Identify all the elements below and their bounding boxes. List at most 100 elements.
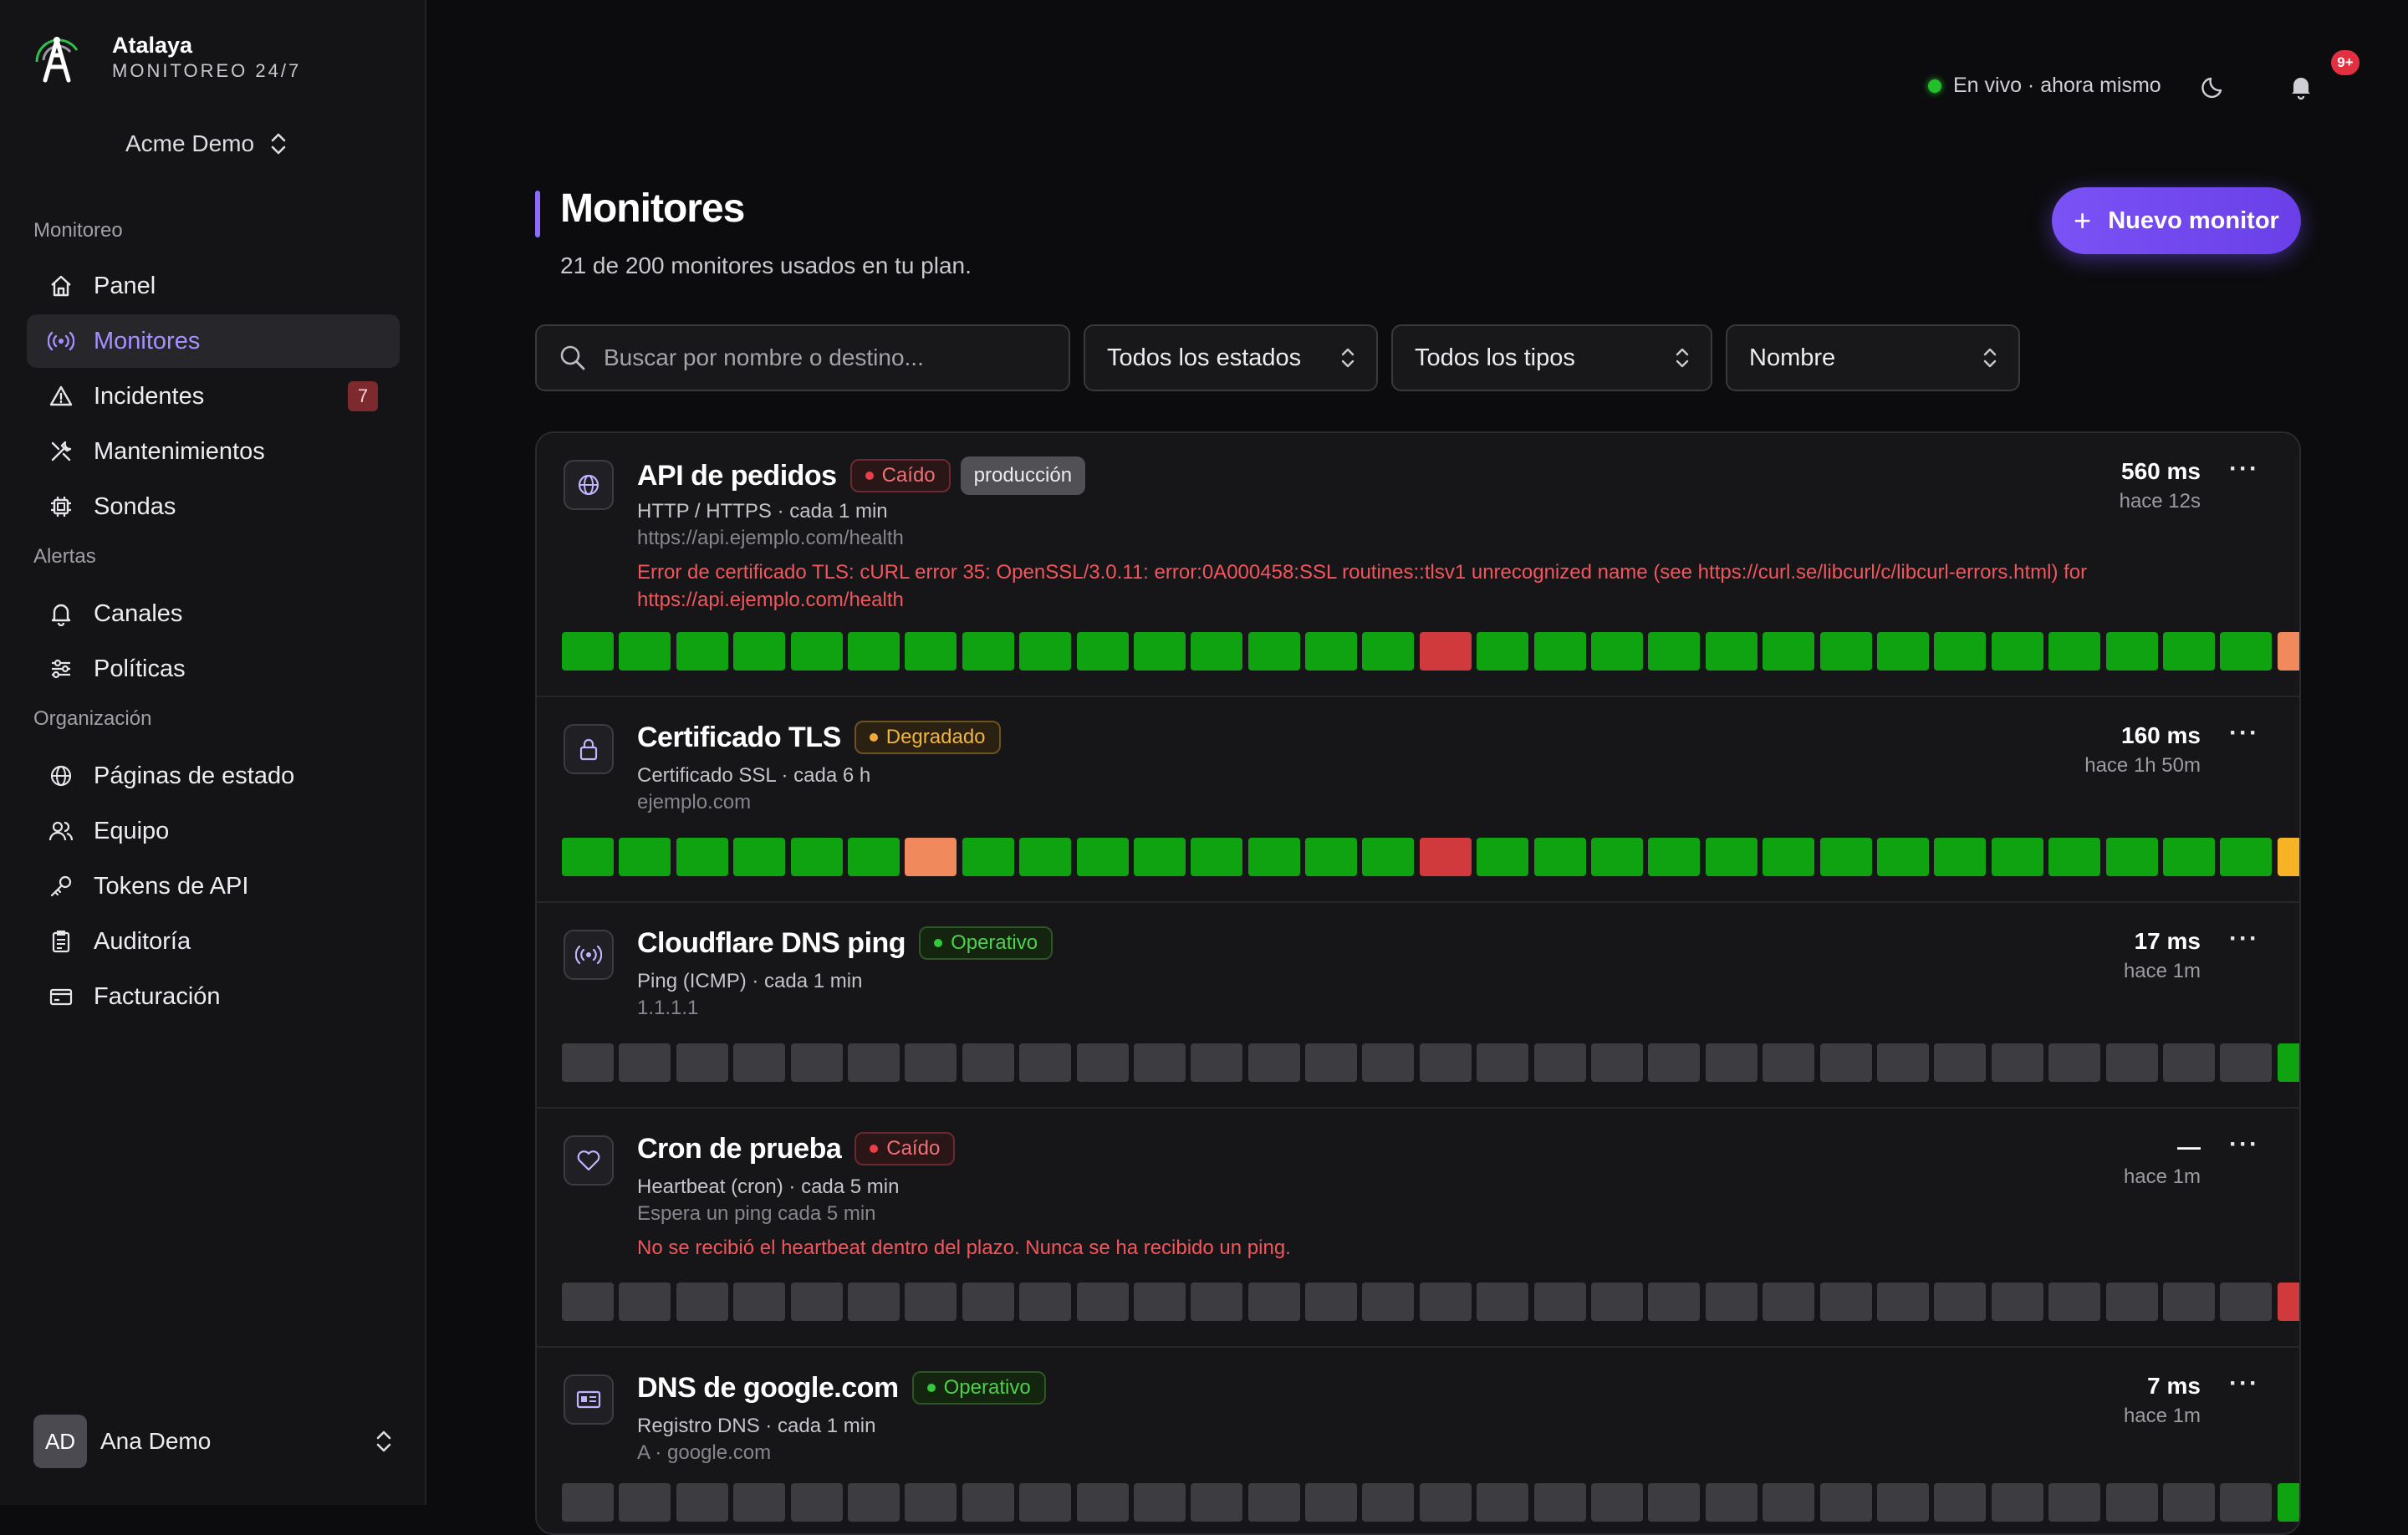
monitor-name[interactable]: Cron de prueba: [637, 1133, 842, 1165]
uptime-bar-no-data[interactable]: [1591, 1483, 1644, 1522]
sidebar-item-monitores[interactable]: Monitores: [27, 314, 400, 368]
uptime-bar-no-data[interactable]: [1705, 1283, 1758, 1321]
uptime-bar-no-data[interactable]: [619, 1283, 671, 1321]
uptime-bar-no-data[interactable]: [2162, 1283, 2215, 1321]
uptime-bar-no-data[interactable]: [676, 1283, 728, 1321]
uptime-bar-no-data[interactable]: [1591, 1283, 1644, 1321]
uptime-bar-no-data[interactable]: [1934, 1483, 1987, 1522]
uptime-bar-up[interactable]: [1019, 838, 1072, 876]
uptime-bar-no-data[interactable]: [1419, 1483, 1472, 1522]
monitor-row[interactable]: Cloudflare DNS ping Operativo Ping (ICMP…: [537, 903, 2299, 1109]
uptime-bar-no-data[interactable]: [1191, 1043, 1243, 1082]
uptime-bar-up[interactable]: [905, 632, 957, 671]
uptime-bar-no-data[interactable]: [1934, 1283, 1987, 1321]
uptime-bar-up[interactable]: [1991, 632, 2043, 671]
uptime-bar-up[interactable]: [1362, 838, 1415, 876]
sidebar-item-auditoria[interactable]: Auditoría: [27, 915, 400, 968]
uptime-bar-no-data[interactable]: [562, 1483, 614, 1522]
uptime-bar-no-data[interactable]: [2220, 1283, 2273, 1321]
sidebar-item-sondas[interactable]: Sondas: [27, 480, 400, 533]
uptime-bar-no-data[interactable]: [1533, 1283, 1586, 1321]
uptime-bar-up[interactable]: [2162, 838, 2215, 876]
uptime-bar-up[interactable]: [1133, 632, 1186, 671]
status-filter-select[interactable]: Todos los estados: [1084, 324, 1378, 391]
uptime-bar-up[interactable]: [1934, 838, 1987, 876]
uptime-bar-no-data[interactable]: [1019, 1043, 1072, 1082]
uptime-bar-no-data[interactable]: [1876, 1283, 1929, 1321]
uptime-bar-up[interactable]: [2105, 838, 2158, 876]
uptime-bar-warn[interactable]: [2277, 632, 2299, 671]
uptime-bar-up[interactable]: [619, 632, 671, 671]
search-input[interactable]: [602, 344, 1057, 372]
sort-select[interactable]: Nombre: [1726, 324, 2020, 391]
uptime-bar-up[interactable]: [1191, 632, 1243, 671]
uptime-bar-up[interactable]: [1648, 838, 1701, 876]
uptime-bar-up[interactable]: [2105, 632, 2158, 671]
uptime-bar-up[interactable]: [562, 838, 614, 876]
sidebar-item-tokens-api[interactable]: Tokens de API: [27, 859, 400, 913]
uptime-bar-up[interactable]: [676, 632, 728, 671]
uptime-bar-no-data[interactable]: [1419, 1283, 1472, 1321]
uptime-bar-no-data[interactable]: [1763, 1283, 1815, 1321]
more-options-button[interactable]: ···: [2229, 455, 2259, 483]
uptime-bar-no-data[interactable]: [905, 1043, 957, 1082]
uptime-bar-no-data[interactable]: [619, 1483, 671, 1522]
uptime-bar-no-data[interactable]: [1648, 1483, 1701, 1522]
uptime-bar-up[interactable]: [1477, 838, 1529, 876]
uptime-bar-up[interactable]: [1648, 632, 1701, 671]
sidebar-item-canales[interactable]: Canales: [27, 587, 400, 640]
uptime-bar-no-data[interactable]: [676, 1483, 728, 1522]
uptime-bar-no-data[interactable]: [1019, 1483, 1072, 1522]
uptime-bar-no-data[interactable]: [2220, 1043, 2273, 1082]
uptime-bar-down[interactable]: [2277, 1283, 2299, 1321]
uptime-bar-no-data[interactable]: [1876, 1043, 1929, 1082]
type-filter-select[interactable]: Todos los tipos: [1391, 324, 1712, 391]
uptime-bar-up[interactable]: [2277, 1043, 2299, 1082]
org-switcher[interactable]: Acme Demo: [125, 130, 288, 157]
uptime-bar-up[interactable]: [1763, 838, 1815, 876]
uptime-bar-no-data[interactable]: [562, 1283, 614, 1321]
uptime-bar-up[interactable]: [1991, 838, 2043, 876]
uptime-bar-no-data[interactable]: [1076, 1483, 1129, 1522]
uptime-bar-up[interactable]: [790, 838, 843, 876]
brand[interactable]: Atalaya MONITOREO 24/7: [28, 28, 301, 85]
uptime-bar-up[interactable]: [733, 632, 786, 671]
uptime-bar-no-data[interactable]: [1362, 1043, 1415, 1082]
sidebar-item-paginas-de-estado[interactable]: Páginas de estado: [27, 749, 400, 803]
more-options-button[interactable]: ···: [2229, 719, 2259, 747]
uptime-bar-down[interactable]: [1419, 632, 1472, 671]
uptime-bar-no-data[interactable]: [1191, 1483, 1243, 1522]
uptime-bar-no-data[interactable]: [1019, 1283, 1072, 1321]
uptime-bar-up[interactable]: [962, 838, 1014, 876]
uptime-bar-up[interactable]: [1019, 632, 1072, 671]
uptime-bar-no-data[interactable]: [1362, 1483, 1415, 1522]
sidebar-item-incidentes[interactable]: Incidentes 7: [27, 370, 400, 423]
uptime-bar-no-data[interactable]: [1419, 1043, 1472, 1082]
uptime-bar-no-data[interactable]: [2220, 1483, 2273, 1522]
uptime-bar-up[interactable]: [1247, 632, 1300, 671]
monitor-row[interactable]: Certificado TLS Degradado Certificado SS…: [537, 697, 2299, 903]
uptime-bar-up[interactable]: [562, 632, 614, 671]
uptime-bar-no-data[interactable]: [562, 1043, 614, 1082]
uptime-bar-no-data[interactable]: [905, 1483, 957, 1522]
uptime-bar-no-data[interactable]: [1763, 1043, 1815, 1082]
uptime-bar-no-data[interactable]: [1819, 1283, 1872, 1321]
uptime-bar-up[interactable]: [2162, 632, 2215, 671]
uptime-bar-no-data[interactable]: [733, 1483, 786, 1522]
monitor-name[interactable]: Certificado TLS: [637, 722, 841, 754]
uptime-bar-no-data[interactable]: [1247, 1283, 1300, 1321]
notifications-button[interactable]: [2286, 72, 2316, 102]
uptime-bar-down[interactable]: [1419, 838, 1472, 876]
uptime-bar-up[interactable]: [1876, 838, 1929, 876]
sidebar-item-facturacion[interactable]: Facturación: [27, 970, 400, 1023]
uptime-bar-up[interactable]: [1763, 632, 1815, 671]
sidebar-item-politicas[interactable]: Políticas: [27, 642, 400, 696]
uptime-bar-no-data[interactable]: [1477, 1043, 1529, 1082]
more-options-button[interactable]: ···: [2229, 1130, 2259, 1159]
uptime-bar-no-data[interactable]: [847, 1043, 900, 1082]
uptime-bar-up[interactable]: [847, 632, 900, 671]
uptime-bar-no-data[interactable]: [1705, 1483, 1758, 1522]
theme-toggle-button[interactable]: [2199, 72, 2229, 102]
uptime-bar-no-data[interactable]: [733, 1043, 786, 1082]
uptime-bar-up[interactable]: [2277, 1483, 2299, 1522]
